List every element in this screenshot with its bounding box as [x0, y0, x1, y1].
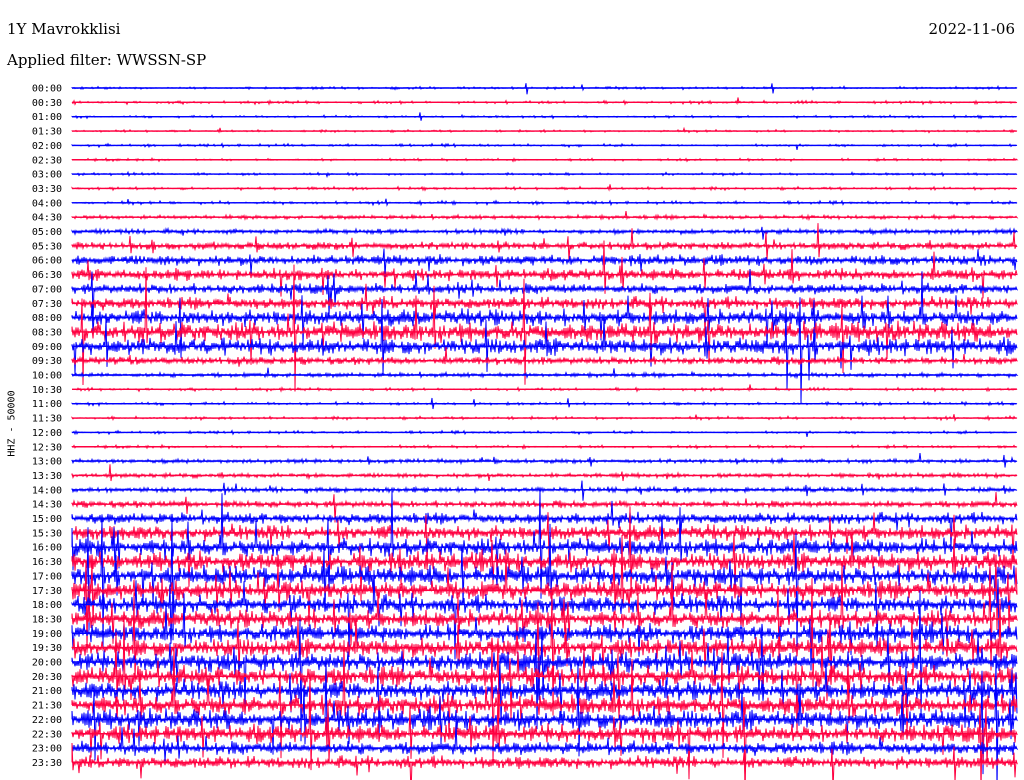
hour-label: 19:00	[32, 629, 62, 640]
trace-line	[71, 126, 1018, 134]
trace-line	[71, 500, 1018, 548]
hour-label: 02:30	[32, 155, 62, 166]
hour-label: 03:00	[32, 170, 62, 181]
hour-label: 06:00	[32, 256, 62, 267]
hour-label: 08:30	[32, 327, 62, 338]
hour-label: 09:30	[32, 356, 62, 367]
hour-label: 07:30	[32, 299, 62, 310]
hour-label: 14:30	[32, 500, 62, 511]
trace-line	[71, 480, 1018, 501]
hour-label: 17:00	[32, 571, 62, 582]
hour-label: 08:00	[32, 313, 62, 324]
hour-label: 18:30	[32, 614, 62, 625]
hour-label: 00:00	[32, 84, 62, 95]
hour-label: 06:30	[32, 270, 62, 281]
hour-label: 20:00	[32, 658, 62, 669]
trace-line	[71, 142, 1018, 151]
trace-line	[71, 83, 1018, 95]
hour-label: 11:30	[32, 414, 62, 425]
hour-label: 12:30	[32, 442, 62, 453]
trace-line	[71, 414, 1018, 422]
hour-label: 20:30	[32, 672, 62, 683]
hour-label: 03:30	[32, 184, 62, 195]
hour-label: 15:30	[32, 528, 62, 539]
hour-label: 23:30	[32, 758, 62, 769]
hour-label: 23:00	[32, 744, 62, 755]
trace-line	[71, 223, 1018, 262]
hour-label: 11:00	[32, 399, 62, 410]
hour-label: 16:00	[32, 543, 62, 554]
hour-label: 04:00	[32, 198, 62, 209]
trace-line	[71, 464, 1018, 482]
trace-line	[71, 429, 1018, 438]
trace-line	[71, 198, 1018, 207]
hour-label: 21:00	[32, 686, 62, 697]
hour-label: 10:30	[32, 385, 62, 396]
hour-label: 05:30	[32, 241, 62, 252]
hour-label: 15:00	[32, 514, 62, 525]
trace-line	[71, 384, 1018, 393]
hour-label: 13:00	[32, 457, 62, 468]
hour-label: 14:00	[32, 485, 62, 496]
trace-line	[71, 226, 1019, 240]
hour-label: 16:30	[32, 557, 62, 568]
trace-line	[71, 453, 1018, 468]
hour-label: 19:30	[32, 643, 62, 654]
trace-line	[71, 211, 1019, 222]
hour-labels: 00:00 00:30 01:00 01:30 02:00 02:30 03:00 03:30…	[32, 84, 62, 769]
trace-line	[71, 264, 1018, 392]
hour-label: 22:30	[32, 729, 62, 740]
trace-line	[71, 297, 1018, 405]
trace-line	[71, 283, 1018, 336]
hour-label: 12:00	[32, 428, 62, 439]
hour-label: 05:00	[32, 227, 62, 238]
trace-lines	[71, 83, 1019, 780]
trace-line	[71, 184, 1018, 192]
trace-line	[71, 346, 1018, 367]
trace-line	[71, 97, 1018, 106]
hour-label: 04:30	[32, 213, 62, 224]
hour-label: 01:30	[32, 127, 62, 138]
hour-label: 00:30	[32, 98, 62, 109]
hour-label: 07:00	[32, 284, 62, 295]
hour-label: 01:00	[32, 112, 62, 123]
hour-label: 22:00	[32, 715, 62, 726]
hour-label: 18:00	[32, 600, 62, 611]
trace-line	[71, 367, 1019, 380]
hour-label: 10:00	[32, 371, 62, 382]
hour-label: 13:30	[32, 471, 62, 482]
hour-label: 21:30	[32, 701, 62, 712]
hour-label: 17:30	[32, 586, 62, 597]
hour-label: 02:00	[32, 141, 62, 152]
helicorder-plot: 00:00 00:30 01:00 01:30 02:00 02:30 03:00 03:30…	[32, 83, 1019, 780]
hour-label: 09:00	[32, 342, 62, 353]
